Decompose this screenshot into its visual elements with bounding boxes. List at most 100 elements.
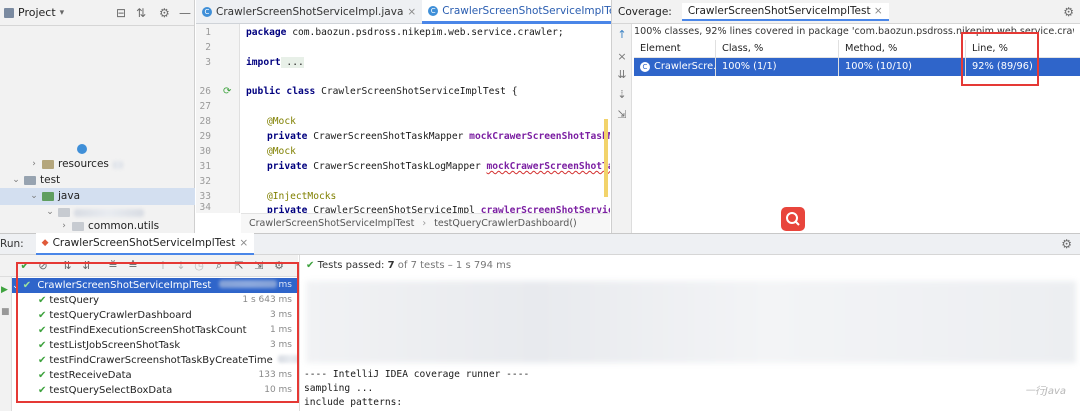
- element-cell: C CrawlerScre...: [634, 58, 716, 76]
- chevron-down-icon[interactable]: ⌄: [12, 172, 20, 189]
- resources-folder-icon: [42, 160, 54, 169]
- class-icon: C: [428, 5, 439, 16]
- run-test-icon[interactable]: ⟳: [223, 86, 231, 97]
- line-number: 1: [205, 27, 211, 38]
- close-icon[interactable]: ×: [239, 237, 248, 249]
- method-coverage: 100% (10/10): [839, 58, 966, 76]
- folded-imports[interactable]: ...: [280, 57, 304, 68]
- keyword: private: [267, 131, 308, 142]
- minimize-icon[interactable]: —: [179, 6, 191, 20]
- status-detail: of 7 tests – 1 s 794 ms: [397, 260, 512, 271]
- tree-item-label: test: [40, 174, 61, 186]
- tree-item-label: resources: [58, 158, 109, 170]
- line-number: 27: [199, 101, 211, 112]
- line-number: 33: [199, 191, 211, 202]
- gear-icon[interactable]: ⚙: [1063, 5, 1074, 19]
- arrow-up-icon[interactable]: ↑: [616, 28, 628, 41]
- chevron-down-icon[interactable]: ⌄: [46, 204, 54, 221]
- search-icon: [786, 212, 800, 226]
- test-status: ✔ Tests passed: 7 of 7 tests – 1 s 794 m…: [300, 255, 511, 277]
- coverage-toolbar: ↑ × ⇊ ⇣ ⇲: [612, 24, 632, 233]
- status-count: 7: [387, 260, 395, 271]
- project-panel: Project ▾ ⊟ ⇅ ⚙ — › resources ⌄ test ⌄ j…: [0, 0, 195, 233]
- code-text: CrawerScreenShotTaskLogMapper: [307, 161, 487, 172]
- column-header[interactable]: Element: [634, 40, 716, 57]
- sort-icon[interactable]: ⇅: [136, 6, 146, 20]
- export-icon[interactable]: ⇲: [616, 108, 628, 121]
- breadcrumb-item[interactable]: CrawlerScreenShotServiceImplTest: [249, 218, 414, 229]
- line-number: 3: [205, 57, 211, 68]
- line-number: 26: [199, 86, 211, 97]
- search-button[interactable]: [781, 207, 805, 231]
- gear-icon[interactable]: ⚙: [1061, 237, 1072, 251]
- tab-service-impl[interactable]: C CrawlerScreenShotServiceImpl.java ×: [196, 0, 422, 24]
- keyword: public class: [246, 86, 316, 97]
- code-line: private CrawlerScreenShotServiceImpl cra…: [267, 205, 610, 213]
- line-number: 32: [199, 176, 211, 187]
- code-editor[interactable]: package com.baozun.psdross.nikepim.web.s…: [241, 24, 610, 213]
- gear-icon[interactable]: ⚙: [159, 6, 170, 20]
- breadcrumb-item[interactable]: testQueryCrawlerDashboard(): [434, 218, 577, 229]
- line-number: 2: [205, 42, 211, 53]
- field-name: mockCrawerScreenShotTask_og: [486, 161, 611, 172]
- chevron-down-icon[interactable]: ▾: [60, 8, 65, 18]
- stop-icon[interactable]: ■: [1, 307, 10, 317]
- watermark: 一行Java: [1024, 386, 1066, 397]
- close-icon[interactable]: ×: [616, 50, 628, 63]
- tab-label: CrawlerScreenShotServiceImpl.java: [216, 6, 404, 18]
- close-icon[interactable]: ×: [874, 5, 883, 17]
- console-line: sampling ...: [304, 383, 374, 394]
- redacted-output: [306, 281, 1076, 363]
- keyword: package: [246, 27, 287, 38]
- collapse-all-icon[interactable]: ⊟: [116, 6, 126, 20]
- class-icon: C: [640, 62, 650, 72]
- code-text: CrawlerScreenShotServiceImplTest {: [315, 86, 518, 97]
- line-number: 34: [199, 202, 211, 213]
- line-number: 28: [199, 116, 211, 127]
- tree-item-test[interactable]: ⌄ test: [12, 172, 60, 189]
- code-line: @InjectMocks: [267, 191, 336, 202]
- tree-item-java[interactable]: ⌄ java: [0, 188, 195, 205]
- coverage-label: Coverage:: [618, 5, 672, 18]
- package-icon: [72, 222, 84, 231]
- class-icon: [77, 144, 87, 154]
- code-line: private CrawerScreenShotTaskMapper mockC…: [267, 131, 610, 142]
- error-stripe[interactable]: [604, 119, 608, 197]
- autoscroll-icon[interactable]: ⇣: [616, 88, 628, 101]
- flatten-icon[interactable]: ⇊: [616, 68, 628, 81]
- code-line: @Mock: [267, 146, 296, 157]
- code-line: public class CrawlerScreenShotServiceImp…: [246, 86, 517, 97]
- annotation: @Mock: [267, 116, 296, 127]
- code-text: CrawlerScreenShotServiceImpl: [307, 205, 481, 213]
- line-number: 29: [199, 131, 211, 142]
- keyword: private: [267, 205, 308, 213]
- field-name: mockCrawerScreenShotTaskMapper: [469, 131, 610, 142]
- project-title[interactable]: Project: [18, 6, 56, 19]
- tree-item-resources[interactable]: › resources: [30, 156, 123, 173]
- console-panel[interactable]: ✔ Tests passed: 7 of 7 tests – 1 s 794 m…: [299, 255, 1080, 411]
- line-number: 30: [199, 146, 211, 157]
- field-name: crawlerScreenShotServiceImpl: [480, 205, 610, 213]
- rerun-icon[interactable]: ▶: [1, 285, 8, 295]
- chevron-right-icon[interactable]: ›: [30, 156, 38, 173]
- run-header: Run: ◆ CrawlerScreenShotServiceImplTest …: [0, 233, 1080, 255]
- code-line: import ...: [246, 57, 304, 68]
- chevron-down-icon[interactable]: ⌄: [30, 188, 38, 205]
- tab-coverage[interactable]: CrawlerScreenShotServiceImplTest ×: [681, 2, 889, 21]
- breadcrumb-separator: ›: [422, 218, 427, 229]
- coverage-tab-label: CrawlerScreenShotServiceImplTest: [687, 4, 871, 17]
- column-header[interactable]: Class, %: [716, 40, 839, 57]
- column-header[interactable]: Method, %: [839, 40, 966, 57]
- close-icon[interactable]: ×: [407, 6, 416, 18]
- run-side-toolbar: ▶ ■: [0, 277, 12, 411]
- tree-item-label: java: [58, 190, 80, 202]
- test-results-highlight: [16, 262, 299, 403]
- redacted-text: [74, 208, 144, 217]
- code-text: CrawerScreenShotTaskMapper: [307, 131, 470, 142]
- annotation: @InjectMocks: [267, 191, 337, 202]
- tab-run-config[interactable]: ◆ CrawlerScreenShotServiceImplTest ×: [35, 233, 255, 255]
- run-tab-label: CrawlerScreenShotServiceImplTest: [52, 237, 236, 249]
- line-number-gutter: 1 2 3 26 ⟳ 27 28 29 30 31 32 33 34: [196, 24, 240, 213]
- test-sources-folder-icon: [42, 192, 54, 201]
- class-icon: C: [202, 7, 212, 17]
